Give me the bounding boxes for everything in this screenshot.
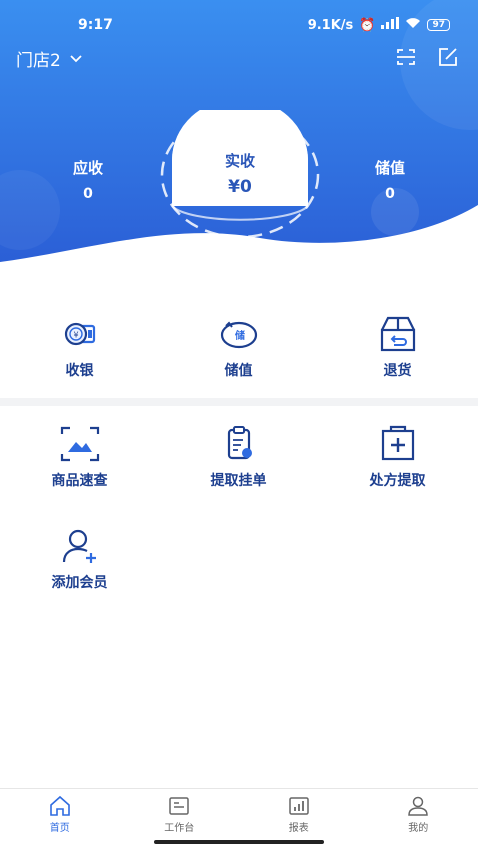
cashier-label: 收银 bbox=[65, 363, 94, 379]
prescription-retrieve-label: 处方提取 bbox=[369, 473, 426, 489]
piggy-bank-icon: 储 bbox=[220, 321, 257, 349]
secondary-actions: 商品速查 提取挂单 处方提取 bbox=[0, 424, 478, 490]
nav-home[interactable]: 首页 bbox=[0, 789, 120, 838]
cash-icon: ¥ bbox=[64, 322, 95, 346]
nav-reports-label: 报表 bbox=[288, 823, 309, 834]
member-actions: 添加会员 bbox=[0, 526, 478, 592]
add-member-label: 添加会员 bbox=[51, 575, 108, 591]
receivable-label: 应收 bbox=[72, 159, 103, 177]
svg-text:储: 储 bbox=[234, 329, 245, 342]
chart-icon bbox=[289, 797, 309, 815]
stored-value-value: 0 bbox=[385, 186, 395, 202]
product-lookup-button[interactable]: 商品速查 bbox=[0, 424, 159, 490]
status-bar: 9:17 9.1K/s ⏰ 97 bbox=[0, 14, 478, 38]
add-member-button[interactable]: 添加会员 bbox=[0, 526, 159, 592]
return-goods-button[interactable]: 退货 bbox=[318, 314, 477, 380]
nav-profile[interactable]: 我的 bbox=[359, 789, 478, 838]
nav-workbench-label: 工作台 bbox=[164, 823, 195, 834]
received-stat: 实收 ¥0 bbox=[170, 150, 310, 197]
home-icon bbox=[49, 795, 70, 816]
profile-icon bbox=[408, 796, 429, 816]
network-speed: 9.1K/s bbox=[307, 17, 354, 33]
primary-actions: ¥ 收银 储 储值 退货 bbox=[0, 314, 478, 380]
return-box-icon bbox=[380, 316, 415, 352]
top-bar: 门店2 bbox=[0, 42, 478, 76]
return-goods-label: 退货 bbox=[383, 363, 412, 379]
prescription-retrieve-button[interactable]: 处方提取 bbox=[318, 424, 477, 490]
received-value: ¥0 bbox=[228, 177, 252, 197]
retrieve-held-order-button[interactable]: 提取挂单 bbox=[159, 424, 318, 490]
alarm-icon: ⏰ bbox=[359, 17, 376, 33]
nav-workbench[interactable]: 工作台 bbox=[120, 789, 240, 838]
cashier-button[interactable]: ¥ 收银 bbox=[0, 314, 159, 380]
status-indicators: 9.1K/s ⏰ 97 bbox=[308, 17, 450, 33]
wifi-icon bbox=[405, 17, 421, 33]
stored-value-action-label: 储值 bbox=[224, 363, 253, 379]
workbench-icon bbox=[169, 797, 189, 815]
scan-image-icon bbox=[60, 426, 99, 462]
svg-text:¥: ¥ bbox=[73, 331, 78, 340]
stored-value-button[interactable]: 储 储值 bbox=[159, 314, 318, 380]
add-user-icon bbox=[62, 529, 96, 563]
stored-value-label: 储值 bbox=[374, 159, 405, 177]
section-divider bbox=[0, 398, 478, 406]
home-indicator[interactable] bbox=[154, 840, 324, 844]
received-label: 实收 bbox=[224, 152, 255, 170]
top-actions bbox=[394, 45, 460, 69]
status-time: 9:17 bbox=[78, 17, 113, 33]
scan-icon[interactable] bbox=[394, 45, 418, 69]
receivable-stat: 应收 0 bbox=[58, 157, 118, 202]
medical-kit-icon bbox=[381, 425, 414, 461]
signal-icon bbox=[381, 17, 400, 33]
store-name: 门店2 bbox=[16, 51, 61, 71]
clipboard-icon bbox=[227, 426, 252, 460]
battery-icon: 97 bbox=[427, 19, 450, 31]
edit-icon[interactable] bbox=[436, 45, 460, 69]
nav-profile-label: 我的 bbox=[408, 823, 429, 834]
store-selector[interactable]: 门店2 bbox=[16, 46, 83, 71]
chevron-down-icon bbox=[70, 54, 82, 62]
bottom-navigation: 首页 工作台 报表 我的 bbox=[0, 788, 478, 838]
header-banner: 9:17 9.1K/s ⏰ 97 门店2 应收 0 实收 ¥0 储值 0 bbox=[0, 0, 478, 270]
nav-reports[interactable]: 报表 bbox=[239, 789, 359, 838]
retrieve-held-order-label: 提取挂单 bbox=[210, 473, 267, 489]
product-lookup-label: 商品速查 bbox=[51, 473, 108, 489]
receivable-value: 0 bbox=[83, 186, 93, 202]
stored-value-stat: 储值 0 bbox=[360, 157, 420, 202]
nav-home-label: 首页 bbox=[49, 823, 70, 834]
